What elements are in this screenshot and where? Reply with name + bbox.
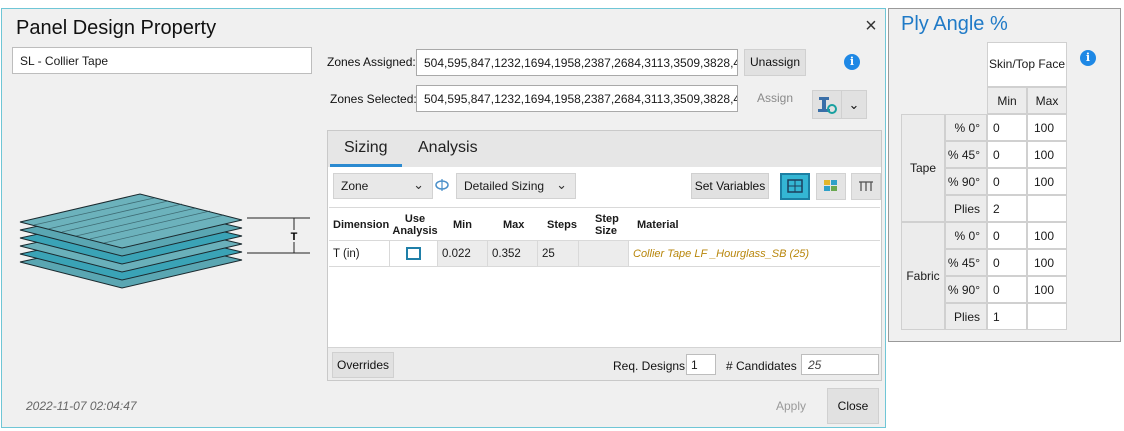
panel-tab-bar: Sizing Analysis (328, 131, 881, 167)
row-label: % 90° (945, 168, 987, 195)
zone-dropdown[interactable]: Zone ⌄ (333, 173, 433, 199)
tab-sizing[interactable]: Sizing (344, 139, 388, 157)
min-header: Min (987, 87, 1027, 114)
row-label: % 90° (945, 276, 987, 303)
tape-plies-min-field[interactable]: 2 (987, 195, 1027, 222)
fabric-90-min-field[interactable]: 0 (987, 276, 1027, 303)
min-cell[interactable]: 0.022 (438, 241, 488, 266)
unassign-button[interactable]: Unassign (744, 49, 806, 76)
row-label: % 45° (945, 249, 987, 276)
tape-45-min-field[interactable]: 0 (987, 141, 1027, 168)
zones-assigned-label: Zones Assigned: (327, 55, 416, 69)
column-header-max: Max (503, 219, 525, 231)
fabric-45-max-field[interactable]: 100 (1027, 249, 1067, 276)
use-analysis-cell (390, 241, 438, 266)
tape-0-max-field[interactable]: 100 (1027, 114, 1067, 141)
fabric-45-min-field[interactable]: 0 (987, 249, 1027, 276)
row-label: % 45° (945, 141, 987, 168)
group-label-fabric: Fabric (901, 222, 945, 330)
req-designs-field[interactable]: 1 (686, 354, 716, 375)
link-icon[interactable] (435, 178, 449, 192)
sizing-mode-label: Detailed Sizing (464, 179, 545, 193)
close-icon[interactable]: × (860, 15, 882, 37)
overrides-button[interactable]: Overrides (332, 352, 394, 378)
max-cell[interactable]: 0.352 (488, 241, 538, 266)
panel-design-dialog: Panel Design Property × SL - Collier Tap… (1, 8, 886, 428)
close-button[interactable]: Close (827, 388, 879, 424)
zone-dropdown-label: Zone (341, 179, 369, 193)
fabric-plies-min-field[interactable]: 1 (987, 303, 1027, 330)
column-header-use-analysis: Use Analysis (392, 213, 438, 237)
active-tab-indicator (330, 164, 402, 167)
assign-button[interactable]: Assign (746, 91, 804, 105)
fabric-plies-max-field[interactable] (1027, 303, 1067, 330)
row-label: % 0° (945, 114, 987, 141)
chevron-down-icon: ⌄ (413, 177, 424, 192)
dialog-title: Panel Design Property (16, 17, 217, 39)
zones-assigned-field[interactable]: 504,595,847,1232,1694,1958,2387,2684,311… (416, 49, 738, 76)
laminate-layers-diagram: T (19, 193, 310, 289)
steps-cell[interactable]: 25 (538, 241, 579, 266)
skin-top-face-header: Skin/Top Face (987, 42, 1067, 87)
step-size-cell[interactable] (579, 241, 629, 266)
chevron-down-icon: ⌄ (556, 177, 567, 192)
tape-45-max-field[interactable]: 100 (1027, 141, 1067, 168)
tape-plies-max-field[interactable] (1027, 195, 1067, 222)
material-cell[interactable]: Collier Tape LF _Hourglass_SB (25) (629, 241, 880, 266)
column-header-material: Material (637, 219, 679, 231)
tape-90-max-field[interactable]: 100 (1027, 168, 1067, 195)
fabric-0-min-field[interactable]: 0 (987, 222, 1027, 249)
grid-view-icon[interactable] (780, 173, 810, 200)
panel-footer: Overrides Req. Designs 1 # Candidates 25 (328, 347, 881, 380)
group-label-tape: Tape (901, 114, 945, 222)
tab-analysis[interactable]: Analysis (418, 139, 478, 157)
zones-selected-label: Zones Selected: (330, 92, 417, 106)
ply-angle-title: Ply Angle % (901, 13, 1008, 35)
set-variables-button[interactable]: Set Variables (691, 173, 769, 199)
sizing-grid-header: Dimension Use Analysis Min Max Steps Ste… (329, 207, 880, 241)
columns-icon[interactable] (851, 173, 881, 200)
zones-selected-field[interactable]: 504,595,847,1232,1694,1958,2387,2684,311… (416, 85, 738, 112)
colored-grid-icon[interactable] (816, 173, 846, 200)
row-label: Plies (945, 195, 987, 222)
max-header: Max (1027, 87, 1067, 114)
sizing-panel: Sizing Analysis Zone ⌄ Detailed Sizing ⌄… (327, 130, 882, 381)
column-header-steps: Steps (547, 219, 577, 231)
fabric-90-max-field[interactable]: 100 (1027, 276, 1067, 303)
thickness-label: T (291, 231, 298, 243)
info-icon[interactable]: i (844, 54, 860, 70)
column-header-min: Min (453, 219, 472, 231)
candidates-label: # Candidates (726, 359, 797, 373)
candidates-field[interactable]: 25 (801, 354, 879, 375)
apply-button[interactable]: Apply (767, 388, 815, 424)
assign-tool-icon[interactable] (812, 90, 842, 119)
tape-0-min-field[interactable]: 0 (987, 114, 1027, 141)
req-designs-label: Req. Designs (613, 359, 686, 373)
fabric-0-max-field[interactable]: 100 (1027, 222, 1067, 249)
ply-angle-panel: Ply Angle % i Skin/Top Face Min Max Tape… (888, 8, 1121, 342)
assign-dropdown-button[interactable]: ⌄ (841, 90, 867, 119)
timestamp: 2022-11-07 02:04:47 (26, 399, 137, 413)
row-label: % 0° (945, 222, 987, 249)
panel-name-field[interactable]: SL - Collier Tape (12, 47, 312, 74)
tape-90-min-field[interactable]: 0 (987, 168, 1027, 195)
sizing-mode-dropdown[interactable]: Detailed Sizing ⌄ (456, 173, 576, 199)
column-header-step-size: Step Size (595, 213, 619, 237)
column-header-dimension: Dimension (333, 219, 390, 231)
row-label: Plies (945, 303, 987, 330)
use-analysis-checkbox[interactable] (406, 247, 421, 260)
dimension-cell: T (in) (329, 241, 390, 266)
table-row[interactable]: T (in) 0.022 0.352 25 Collier Tape LF _H… (329, 241, 880, 267)
info-icon[interactable]: i (1080, 50, 1096, 66)
